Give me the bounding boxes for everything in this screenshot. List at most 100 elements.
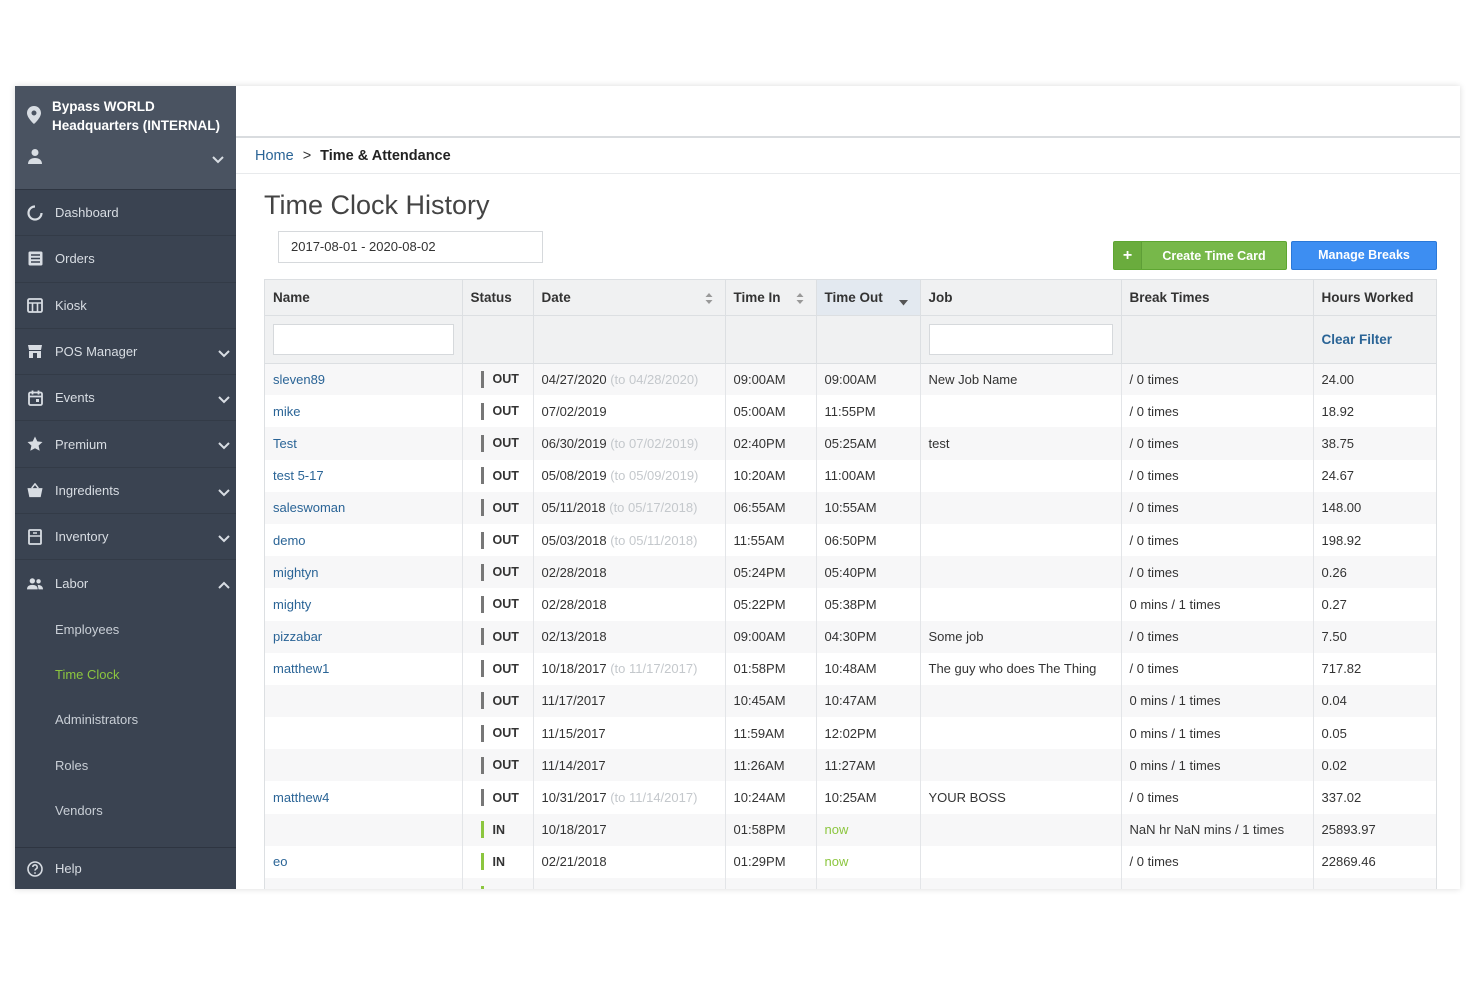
table-row[interactable]: sleven89 OUT 04/27/2020 (to 04/28/2020) 09:… (265, 363, 1436, 396)
filter-row: Clear Filter (265, 315, 1436, 364)
table-row[interactable]: matthew1 OUT 10/18/2017 (to 11/17/2017) 01:… (265, 652, 1436, 685)
cell-status: OUT (462, 717, 534, 750)
sidebar-subitem-administrators[interactable]: Administrators (15, 697, 236, 742)
status-indicator (480, 467, 484, 485)
employee-link[interactable]: eo (273, 854, 287, 869)
chevron-down-icon[interactable] (212, 152, 224, 167)
name-filter-input[interactable] (273, 323, 454, 355)
employee-link[interactable]: sleven89 (273, 372, 325, 387)
employee-link[interactable]: pizzabar (273, 629, 322, 644)
cell-hours-worked: 18.92 (1313, 395, 1436, 428)
sidebar-item-ingredients[interactable]: Ingredients (15, 468, 236, 515)
cell-break-times: NaN hr NaN mins / 1 times (1121, 813, 1314, 846)
sidebar-item-dashboard[interactable]: Dashboard (15, 190, 236, 237)
status-badge: OUT (471, 628, 533, 646)
cell-hours-worked: 198.92 (1313, 523, 1436, 557)
sidebar-item-orders[interactable]: Orders (15, 236, 236, 283)
cell-hours-worked: 24.67 (1313, 459, 1436, 492)
employee-link[interactable]: Test (273, 436, 297, 451)
sidebar-item-labor[interactable]: Labor (15, 560, 236, 606)
employee-link[interactable]: mike (273, 404, 300, 419)
table-row[interactable]: IN (265, 878, 1436, 889)
cell-hours-worked: 38.75 (1313, 427, 1436, 460)
table-row[interactable]: saleswoman OUT 05/11/2018 (to 05/17/2018) 0… (265, 491, 1436, 524)
sidebar-item-inventory[interactable]: Inventory (15, 514, 236, 561)
cell-hours-worked: 0.27 (1313, 588, 1436, 621)
employee-link[interactable]: mightyn (273, 565, 319, 580)
breadcrumb-home-link[interactable]: Home (255, 148, 294, 164)
table-row[interactable]: OUT 11/15/2017 11:59AM 12:02PM 0 mins / 1 t… (265, 717, 1436, 750)
employee-link[interactable]: mighty (273, 597, 311, 612)
status-indicator (480, 434, 484, 452)
column-header-time-in[interactable]: Time In (725, 280, 817, 316)
cell-job (920, 491, 1122, 524)
table-row[interactable]: IN 10/18/2017 01:58PM now NaN hr NaN mins /… (265, 813, 1436, 846)
column-header-status[interactable]: Status (462, 280, 534, 316)
clear-filter-link[interactable]: Clear Filter (1322, 332, 1393, 347)
sidebar-item-kiosk[interactable]: Kiosk (15, 283, 236, 329)
cell-hours-worked: 717.82 (1313, 652, 1436, 685)
job-filter-input[interactable] (928, 323, 1113, 355)
cell-time-in: 01:29PM (725, 845, 817, 878)
sidebar-item-help[interactable]: Help (15, 847, 236, 889)
date-range-input[interactable]: 2017-08-01 - 2020-08-02 (278, 231, 543, 263)
cell-job (920, 845, 1122, 878)
cell-time-in: 10:45AM (725, 684, 817, 718)
column-header-name[interactable]: Name (265, 280, 463, 316)
cell-hours-worked (1313, 878, 1436, 889)
star-icon (27, 436, 43, 452)
table-row[interactable]: mike OUT 07/02/2019 05:00AM 11:55PM / 0 time… (265, 395, 1436, 428)
table-row[interactable]: pizzabar OUT 02/13/2018 09:00AM 04:30PM Some… (265, 620, 1436, 653)
employee-link[interactable]: saleswoman (273, 500, 345, 515)
table-row[interactable]: demo OUT 05/03/2018 (to 05/11/2018) 11:55AM… (265, 523, 1436, 557)
cell-job (920, 684, 1122, 718)
sidebar-subitem-employees[interactable]: Employees (15, 607, 236, 652)
cell-name: mike (265, 395, 463, 428)
column-header-break-times[interactable]: Break Times (1121, 280, 1314, 316)
cell-date: 05/08/2019 (to 05/09/2019) (533, 459, 726, 492)
cell-time-out: now (816, 813, 921, 846)
manage-breaks-button[interactable]: Manage Breaks (1291, 241, 1437, 270)
column-header-job[interactable]: Job (920, 280, 1122, 316)
column-header-date[interactable]: Date (533, 280, 726, 316)
cell-date: 07/02/2019 (533, 395, 726, 428)
location-switcher[interactable]: Bypass WORLD Headquarters (INTERNAL) (15, 86, 236, 190)
cell-date: 11/17/2017 (533, 684, 726, 718)
cell-time-out: 05:25AM (816, 427, 921, 460)
cell-time-out: now (816, 845, 921, 878)
table-row[interactable]: Test OUT 06/30/2019 (to 07/02/2019) 02:40PM… (265, 427, 1436, 460)
employee-link[interactable]: matthew1 (273, 661, 329, 676)
cell-date: 11/15/2017 (533, 717, 726, 750)
sidebar-subitem-roles[interactable]: Roles (15, 743, 236, 788)
table-row[interactable]: test 5-17 OUT 05/08/2019 (to 05/09/2019) 10… (265, 459, 1436, 492)
status-badge: OUT (471, 563, 533, 581)
table-row[interactable]: mighty OUT 02/28/2018 05:22PM 05:38PM 0 mins… (265, 588, 1436, 621)
status-indicator (480, 789, 484, 807)
status-indicator (480, 563, 484, 581)
create-time-card-button[interactable]: + Create Time Card (1113, 241, 1287, 270)
table-row[interactable]: OUT 11/17/2017 10:45AM 10:47AM 0 mins / 1 t… (265, 684, 1436, 718)
sidebar-item-pos-manager[interactable]: POS Manager (15, 329, 236, 376)
cell-job (920, 556, 1122, 589)
table-row[interactable]: mightyn OUT 02/28/2018 05:24PM 05:40PM / 0 t… (265, 556, 1436, 589)
sidebar-subitem-time-clock[interactable]: Time Clock (15, 652, 236, 697)
sidebar-subitem-vendors[interactable]: Vendors (15, 788, 236, 833)
cell-date: 10/31/2017 (to 11/14/2017) (533, 781, 726, 814)
sidebar-item-premium[interactable]: Premium (15, 421, 236, 468)
column-header-time-out[interactable]: Time Out (816, 280, 921, 316)
cell-time-in: 10:20AM (725, 459, 817, 492)
employee-link[interactable]: demo (273, 533, 306, 548)
status-indicator (480, 853, 484, 871)
orders-icon (27, 251, 43, 267)
cell-date: 02/28/2018 (533, 588, 726, 621)
employee-link[interactable]: matthew4 (273, 790, 329, 805)
cell-time-out: 11:00AM (816, 459, 921, 492)
table-row[interactable]: matthew4 OUT 10/31/2017 (to 11/14/2017) 10:… (265, 781, 1436, 814)
employee-link[interactable]: test 5-17 (273, 468, 324, 483)
cell-status: IN (462, 878, 534, 889)
table-row[interactable]: eo IN 02/21/2018 01:29PM now / 0 times 22869.… (265, 845, 1436, 878)
column-header-hours-worked[interactable]: Hours Worked (1313, 280, 1436, 316)
sidebar-item-events[interactable]: Events (15, 375, 236, 422)
table-row[interactable]: OUT 11/14/2017 11:26AM 11:27AM 0 mins / 1 t… (265, 749, 1436, 782)
sort-icon (705, 292, 713, 307)
